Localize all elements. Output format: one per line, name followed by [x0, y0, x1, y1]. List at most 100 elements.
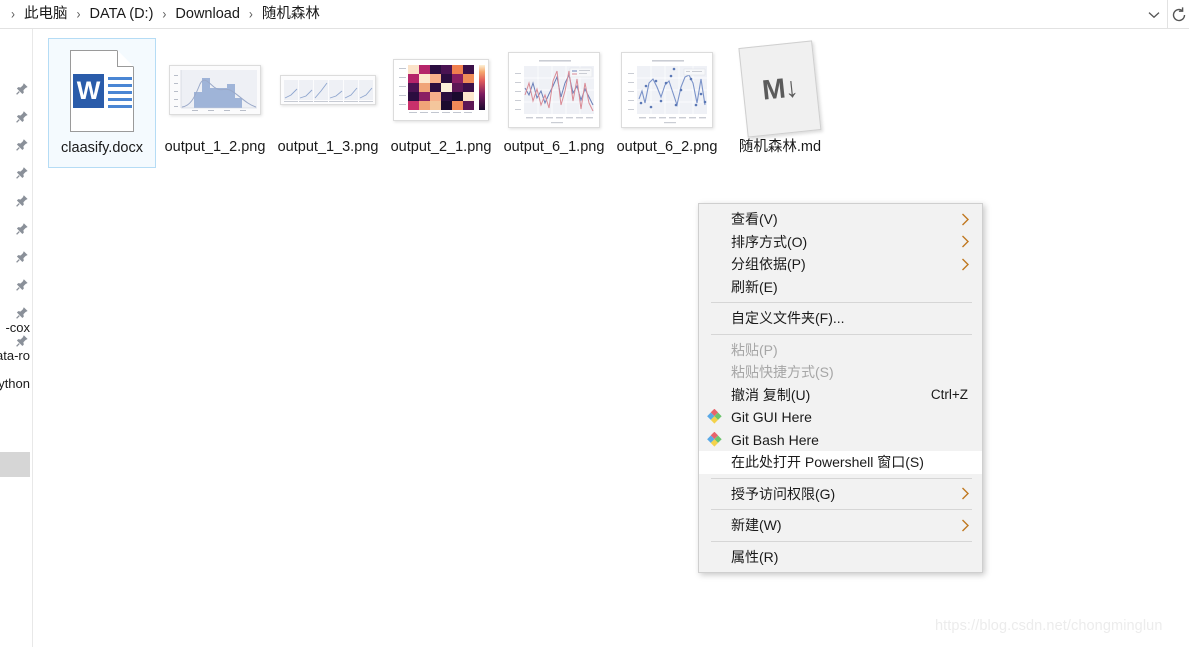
- pin-icon: [16, 279, 28, 291]
- menu-item-label: 排序方式(O): [731, 233, 808, 250]
- file-label: output_2_1.png: [390, 139, 492, 155]
- file-item-output-1-3-png[interactable]: output_1_3.png: [274, 38, 382, 168]
- menu-item-git-gui-here[interactable]: Git GUI Here: [699, 406, 982, 429]
- navigation-pane[interactable]: -cox ata-ro ython: [0, 29, 33, 647]
- menu-item-grant-access-to[interactable]: 授予访问权限(G): [699, 483, 982, 506]
- menu-item-label: 分组依据(P): [731, 256, 806, 273]
- menu-item-paste-shortcut: 粘贴快捷方式(S): [699, 361, 982, 384]
- menu-item-label: 撤消 复制(U): [731, 386, 811, 403]
- explorer-window: › 此电脑 › DATA (D:) › Download › 随机森林 -cox…: [0, 0, 1189, 647]
- pin-icon: [16, 139, 28, 151]
- word-icon-letter: W: [73, 74, 104, 108]
- menu-item-git-bash-here[interactable]: Git Bash Here: [699, 429, 982, 452]
- menu-item-undo-copy[interactable]: 撤消 复制(U) Ctrl+Z: [699, 384, 982, 407]
- file-item-output-6-1-png[interactable]: output_6_1.png: [500, 38, 608, 168]
- nav-pin-row[interactable]: [0, 189, 32, 213]
- menu-item-label: 授予访问权限(G): [731, 485, 836, 502]
- chevron-right-icon: [961, 213, 972, 226]
- menu-separator: [711, 477, 972, 479]
- nav-pin-row[interactable]: [0, 105, 32, 129]
- pin-icon: [16, 167, 28, 179]
- file-item-output-1-2-png[interactable]: output_1_2.png: [161, 38, 269, 168]
- context-menu[interactable]: 查看(V) 排序方式(O) 分组依据(P) 刷新(E) 自定义文件夹(F)...: [698, 203, 983, 573]
- breadcrumb-separator: ›: [248, 5, 253, 23]
- file-label: claasify.docx: [61, 140, 143, 156]
- chevron-right-icon: [961, 258, 972, 271]
- chevron-right-icon: [961, 519, 972, 532]
- markdown-file-icon: M↓: [730, 40, 830, 138]
- menu-item-view[interactable]: 查看(V): [699, 208, 982, 231]
- chevron-down-icon[interactable]: [1141, 0, 1167, 29]
- pin-icon: [16, 83, 28, 95]
- nav-pin-row[interactable]: [0, 133, 32, 157]
- breadcrumb-separator-lead: ›: [11, 5, 15, 23]
- pin-icon: [16, 307, 28, 319]
- breadcrumb-item-download[interactable]: Download: [173, 6, 242, 23]
- word-document-icon: W: [52, 43, 152, 139]
- menu-item-label: 自定义文件夹(F)...: [731, 310, 845, 327]
- pin-icon: [16, 111, 28, 123]
- file-label: output_1_3.png: [277, 139, 379, 155]
- file-item-suijisenlin-md[interactable]: M↓ 随机森林.md: [726, 38, 834, 168]
- pin-icon: [16, 335, 28, 347]
- nav-pin-row[interactable]: [0, 217, 32, 241]
- menu-item-sort-by[interactable]: 排序方式(O): [699, 231, 982, 254]
- breadcrumb-item-current-folder[interactable]: 随机森林: [260, 6, 322, 23]
- file-label: output_6_2.png: [616, 139, 718, 155]
- git-icon: [707, 408, 723, 425]
- pin-icon: [16, 223, 28, 235]
- histogram-thumbnail: [165, 42, 265, 138]
- breadcrumb-separator: ›: [76, 5, 81, 23]
- file-label: output_6_1.png: [503, 139, 605, 155]
- file-item-claasify-docx[interactable]: W claasify.docx: [48, 38, 156, 168]
- git-icon: [707, 431, 723, 448]
- address-bar[interactable]: › 此电脑 › DATA (D:) › Download › 随机森林: [0, 0, 1189, 29]
- chevron-right-icon: [961, 235, 972, 248]
- scatter-line-chart-thumbnail: [617, 42, 717, 138]
- file-item-output-6-2-png[interactable]: output_6_2.png: [613, 38, 721, 168]
- pin-icon: [16, 251, 28, 263]
- menu-item-new[interactable]: 新建(W): [699, 514, 982, 537]
- nav-pin-row[interactable]: [0, 245, 32, 269]
- file-label: output_1_2.png: [164, 139, 266, 155]
- file-label: 随机森林.md: [738, 139, 822, 155]
- nav-pin-row[interactable]: [0, 161, 32, 185]
- nav-pin-row[interactable]: [0, 273, 32, 297]
- nav-item-label-clipped[interactable]: -cox: [5, 321, 30, 334]
- multipanel-plot-thumbnail: [278, 42, 378, 138]
- menu-separator: [711, 302, 972, 303]
- refresh-icon[interactable]: [1167, 0, 1189, 29]
- menu-item-accelerator: Ctrl+Z: [930, 387, 968, 402]
- menu-item-customize-folder[interactable]: 自定义文件夹(F)...: [699, 307, 982, 330]
- file-item-output-2-1-png[interactable]: output_2_1.png: [387, 38, 495, 168]
- nav-pin-row[interactable]: [0, 77, 32, 101]
- menu-item-paste: 粘贴(P): [699, 339, 982, 362]
- heatmap-thumbnail: [391, 42, 491, 138]
- breadcrumb-separator: ›: [162, 5, 167, 23]
- menu-item-refresh[interactable]: 刷新(E): [699, 276, 982, 299]
- breadcrumb-item-this-pc[interactable]: 此电脑: [22, 6, 70, 23]
- menu-separator: [711, 509, 972, 510]
- menu-separator: [711, 540, 972, 542]
- menu-item-label: 新建(W): [731, 517, 782, 534]
- menu-item-open-powershell-window-here[interactable]: 在此处打开 Powershell 窗口(S): [699, 451, 982, 474]
- menu-item-label: Git GUI Here: [731, 409, 812, 426]
- menu-item-group-by[interactable]: 分组依据(P): [699, 253, 982, 276]
- pin-icon: [16, 195, 28, 207]
- navigation-pane-scrollbar-thumb[interactable]: [0, 452, 30, 477]
- menu-item-label: Git Bash Here: [731, 431, 819, 448]
- watermark: https://blog.csdn.net/chongminglun: [935, 618, 1163, 634]
- menu-item-label: 属性(R): [731, 548, 779, 565]
- breadcrumb[interactable]: › 此电脑 › DATA (D:) › Download › 随机森林: [0, 6, 322, 23]
- menu-item-label: 粘贴(P): [731, 341, 778, 358]
- chevron-right-icon: [961, 487, 972, 500]
- menu-item-label: 粘贴快捷方式(S): [731, 364, 834, 381]
- menu-item-properties[interactable]: 属性(R): [699, 546, 982, 569]
- nav-item-label-clipped[interactable]: ython: [0, 377, 30, 390]
- menu-item-label: 刷新(E): [731, 278, 778, 295]
- breadcrumb-item-data-d[interactable]: DATA (D:): [88, 6, 156, 23]
- line-chart-thumbnail: [504, 42, 604, 138]
- menu-item-label: 查看(V): [731, 211, 778, 228]
- nav-item-label-clipped[interactable]: ata-ro: [0, 349, 30, 362]
- file-list-view[interactable]: W claasify.docx output_1_2.png output_1_…: [34, 29, 1189, 647]
